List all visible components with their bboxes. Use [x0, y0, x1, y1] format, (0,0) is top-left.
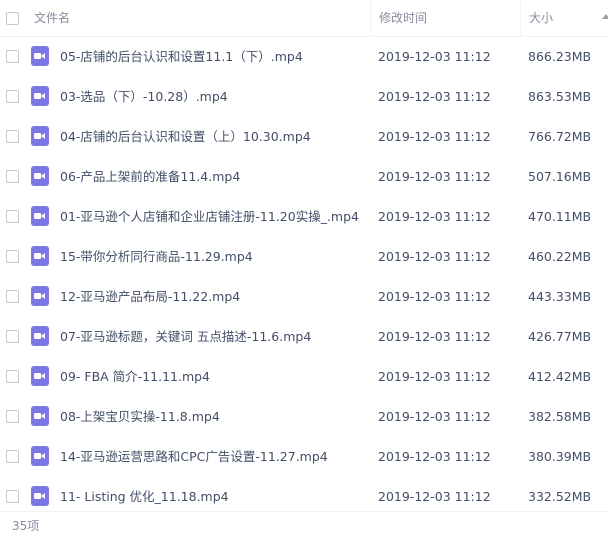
file-modified-time: 2019-12-03 11:12	[378, 209, 491, 224]
video-file-icon	[31, 446, 49, 466]
file-row[interactable]: 08-上架宝贝实操-11.8.mp4 2019-12-03 11:12 382.58…	[0, 397, 608, 437]
file-modified-time: 2019-12-03 11:12	[378, 49, 491, 64]
video-file-icon	[31, 406, 49, 426]
file-name[interactable]: 12-亚马逊产品布局-11.22.mp4	[60, 277, 240, 317]
row-checkbox[interactable]	[6, 130, 19, 143]
file-row[interactable]: 15-带你分析同行商品-11.29.mp4 2019-12-03 11:12 460…	[0, 237, 608, 277]
file-row[interactable]: 12-亚马逊产品布局-11.22.mp4 2019-12-03 11:12 443.…	[0, 277, 608, 317]
video-file-icon	[31, 486, 49, 506]
file-size: 382.58MB	[528, 409, 592, 424]
file-size: 460.22MB	[528, 249, 592, 264]
row-checkbox[interactable]	[6, 330, 19, 343]
video-file-icon	[31, 126, 49, 146]
file-name[interactable]: 06-产品上架前的准备11.4.mp4	[60, 157, 240, 197]
file-list-footer: 35项	[0, 511, 608, 535]
row-checkbox[interactable]	[6, 250, 19, 263]
row-checkbox[interactable]	[6, 90, 19, 103]
item-count: 35项	[12, 519, 40, 533]
sort-arrow-icon[interactable]	[602, 14, 608, 19]
file-row[interactable]: 03-选品（下）-10.28）.mp4 2019-12-03 11:12 863.5…	[0, 77, 608, 117]
row-checkbox[interactable]	[6, 410, 19, 423]
column-header-name[interactable]: 文件名	[34, 0, 70, 37]
file-name[interactable]: 05-店铺的后台认识和设置11.1（下）.mp4	[60, 37, 303, 77]
file-row[interactable]: 01-亚马逊个人店铺和企业店铺注册-11.20实操_.mp4 2019-12-03…	[0, 197, 608, 237]
file-row[interactable]: 05-店铺的后台认识和设置11.1（下）.mp4 2019-12-03 11:12…	[0, 37, 608, 77]
file-size: 470.11MB	[528, 209, 592, 224]
row-checkbox[interactable]	[6, 490, 19, 503]
file-size: 426.77MB	[528, 329, 592, 344]
file-size: 443.33MB	[528, 289, 592, 304]
video-file-icon	[31, 326, 49, 346]
file-name[interactable]: 14-亚马逊运营思路和CPC广告设置-11.27.mp4	[60, 437, 328, 477]
file-modified-time: 2019-12-03 11:12	[378, 329, 491, 344]
video-file-icon	[31, 366, 49, 386]
row-checkbox[interactable]	[6, 450, 19, 463]
file-size: 766.72MB	[528, 129, 592, 144]
file-row[interactable]: 14-亚马逊运营思路和CPC广告设置-11.27.mp4 2019-12-03 1…	[0, 437, 608, 477]
file-name[interactable]: 07-亚马逊标题，关键词 五点描述-11.6.mp4	[60, 317, 311, 357]
column-header-size[interactable]: 大小	[520, 0, 608, 37]
select-all-checkbox[interactable]	[6, 12, 19, 25]
file-row[interactable]: 04-店铺的后台认识和设置（上）10.30.mp4 2019-12-03 11:1…	[0, 117, 608, 157]
file-name[interactable]: 15-带你分析同行商品-11.29.mp4	[60, 237, 253, 277]
file-size: 380.39MB	[528, 449, 592, 464]
video-file-icon	[31, 206, 49, 226]
row-checkbox[interactable]	[6, 170, 19, 183]
file-row[interactable]: 07-亚马逊标题，关键词 五点描述-11.6.mp4 2019-12-03 11:…	[0, 317, 608, 357]
file-modified-time: 2019-12-03 11:12	[378, 369, 491, 384]
file-modified-time: 2019-12-03 11:12	[378, 409, 491, 424]
row-checkbox[interactable]	[6, 370, 19, 383]
video-file-icon	[31, 246, 49, 266]
video-file-icon	[31, 86, 49, 106]
file-size: 866.23MB	[528, 49, 592, 64]
row-checkbox[interactable]	[6, 210, 19, 223]
file-name[interactable]: 03-选品（下）-10.28）.mp4	[60, 77, 228, 117]
file-modified-time: 2019-12-03 11:12	[378, 289, 491, 304]
video-file-icon	[31, 286, 49, 306]
row-checkbox[interactable]	[6, 50, 19, 63]
file-size: 412.42MB	[528, 369, 592, 384]
file-list-header: 文件名 修改时间 大小	[0, 0, 608, 37]
video-file-icon	[31, 166, 49, 186]
file-name[interactable]: 08-上架宝贝实操-11.8.mp4	[60, 397, 220, 437]
file-size: 507.16MB	[528, 169, 592, 184]
file-name[interactable]: 01-亚马逊个人店铺和企业店铺注册-11.20实操_.mp4	[60, 197, 359, 237]
file-modified-time: 2019-12-03 11:12	[378, 169, 491, 184]
file-name[interactable]: 09- FBA 简介-11.11.mp4	[60, 357, 210, 397]
file-row[interactable]: 06-产品上架前的准备11.4.mp4 2019-12-03 11:12 507.1…	[0, 157, 608, 197]
file-row[interactable]: 09- FBA 简介-11.11.mp4 2019-12-03 11:12 412.…	[0, 357, 608, 397]
video-file-icon	[31, 46, 49, 66]
file-modified-time: 2019-12-03 11:12	[378, 249, 491, 264]
file-name[interactable]: 04-店铺的后台认识和设置（上）10.30.mp4	[60, 117, 311, 157]
file-modified-time: 2019-12-03 11:12	[378, 129, 491, 144]
file-modified-time: 2019-12-03 11:12	[378, 89, 491, 104]
row-checkbox[interactable]	[6, 290, 19, 303]
file-modified-time: 2019-12-03 11:12	[378, 449, 491, 464]
column-header-modified-time[interactable]: 修改时间	[370, 0, 520, 37]
file-size: 863.53MB	[528, 89, 592, 104]
